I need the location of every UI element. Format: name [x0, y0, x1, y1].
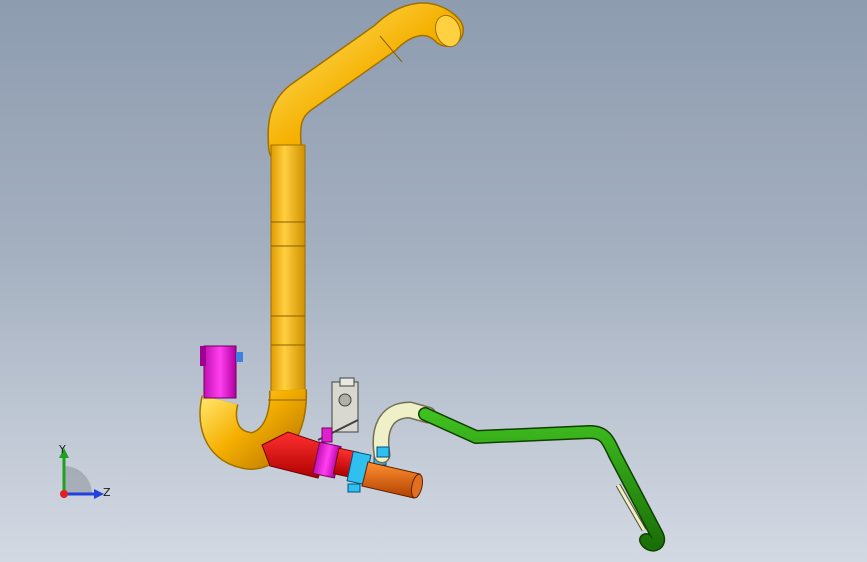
- mounting-bracket[interactable]: [317, 377, 359, 443]
- y-axis-label: Y: [59, 443, 66, 456]
- green-hose[interactable]: [418, 407, 666, 552]
- z-axis-label: Z: [103, 486, 111, 499]
- upper-inlet-tube[interactable]: [200, 345, 243, 399]
- cad-model[interactable]: [0, 0, 867, 562]
- graphics-viewport[interactable]: Y Z: [0, 0, 867, 562]
- orange-nozzle[interactable]: [361, 461, 424, 499]
